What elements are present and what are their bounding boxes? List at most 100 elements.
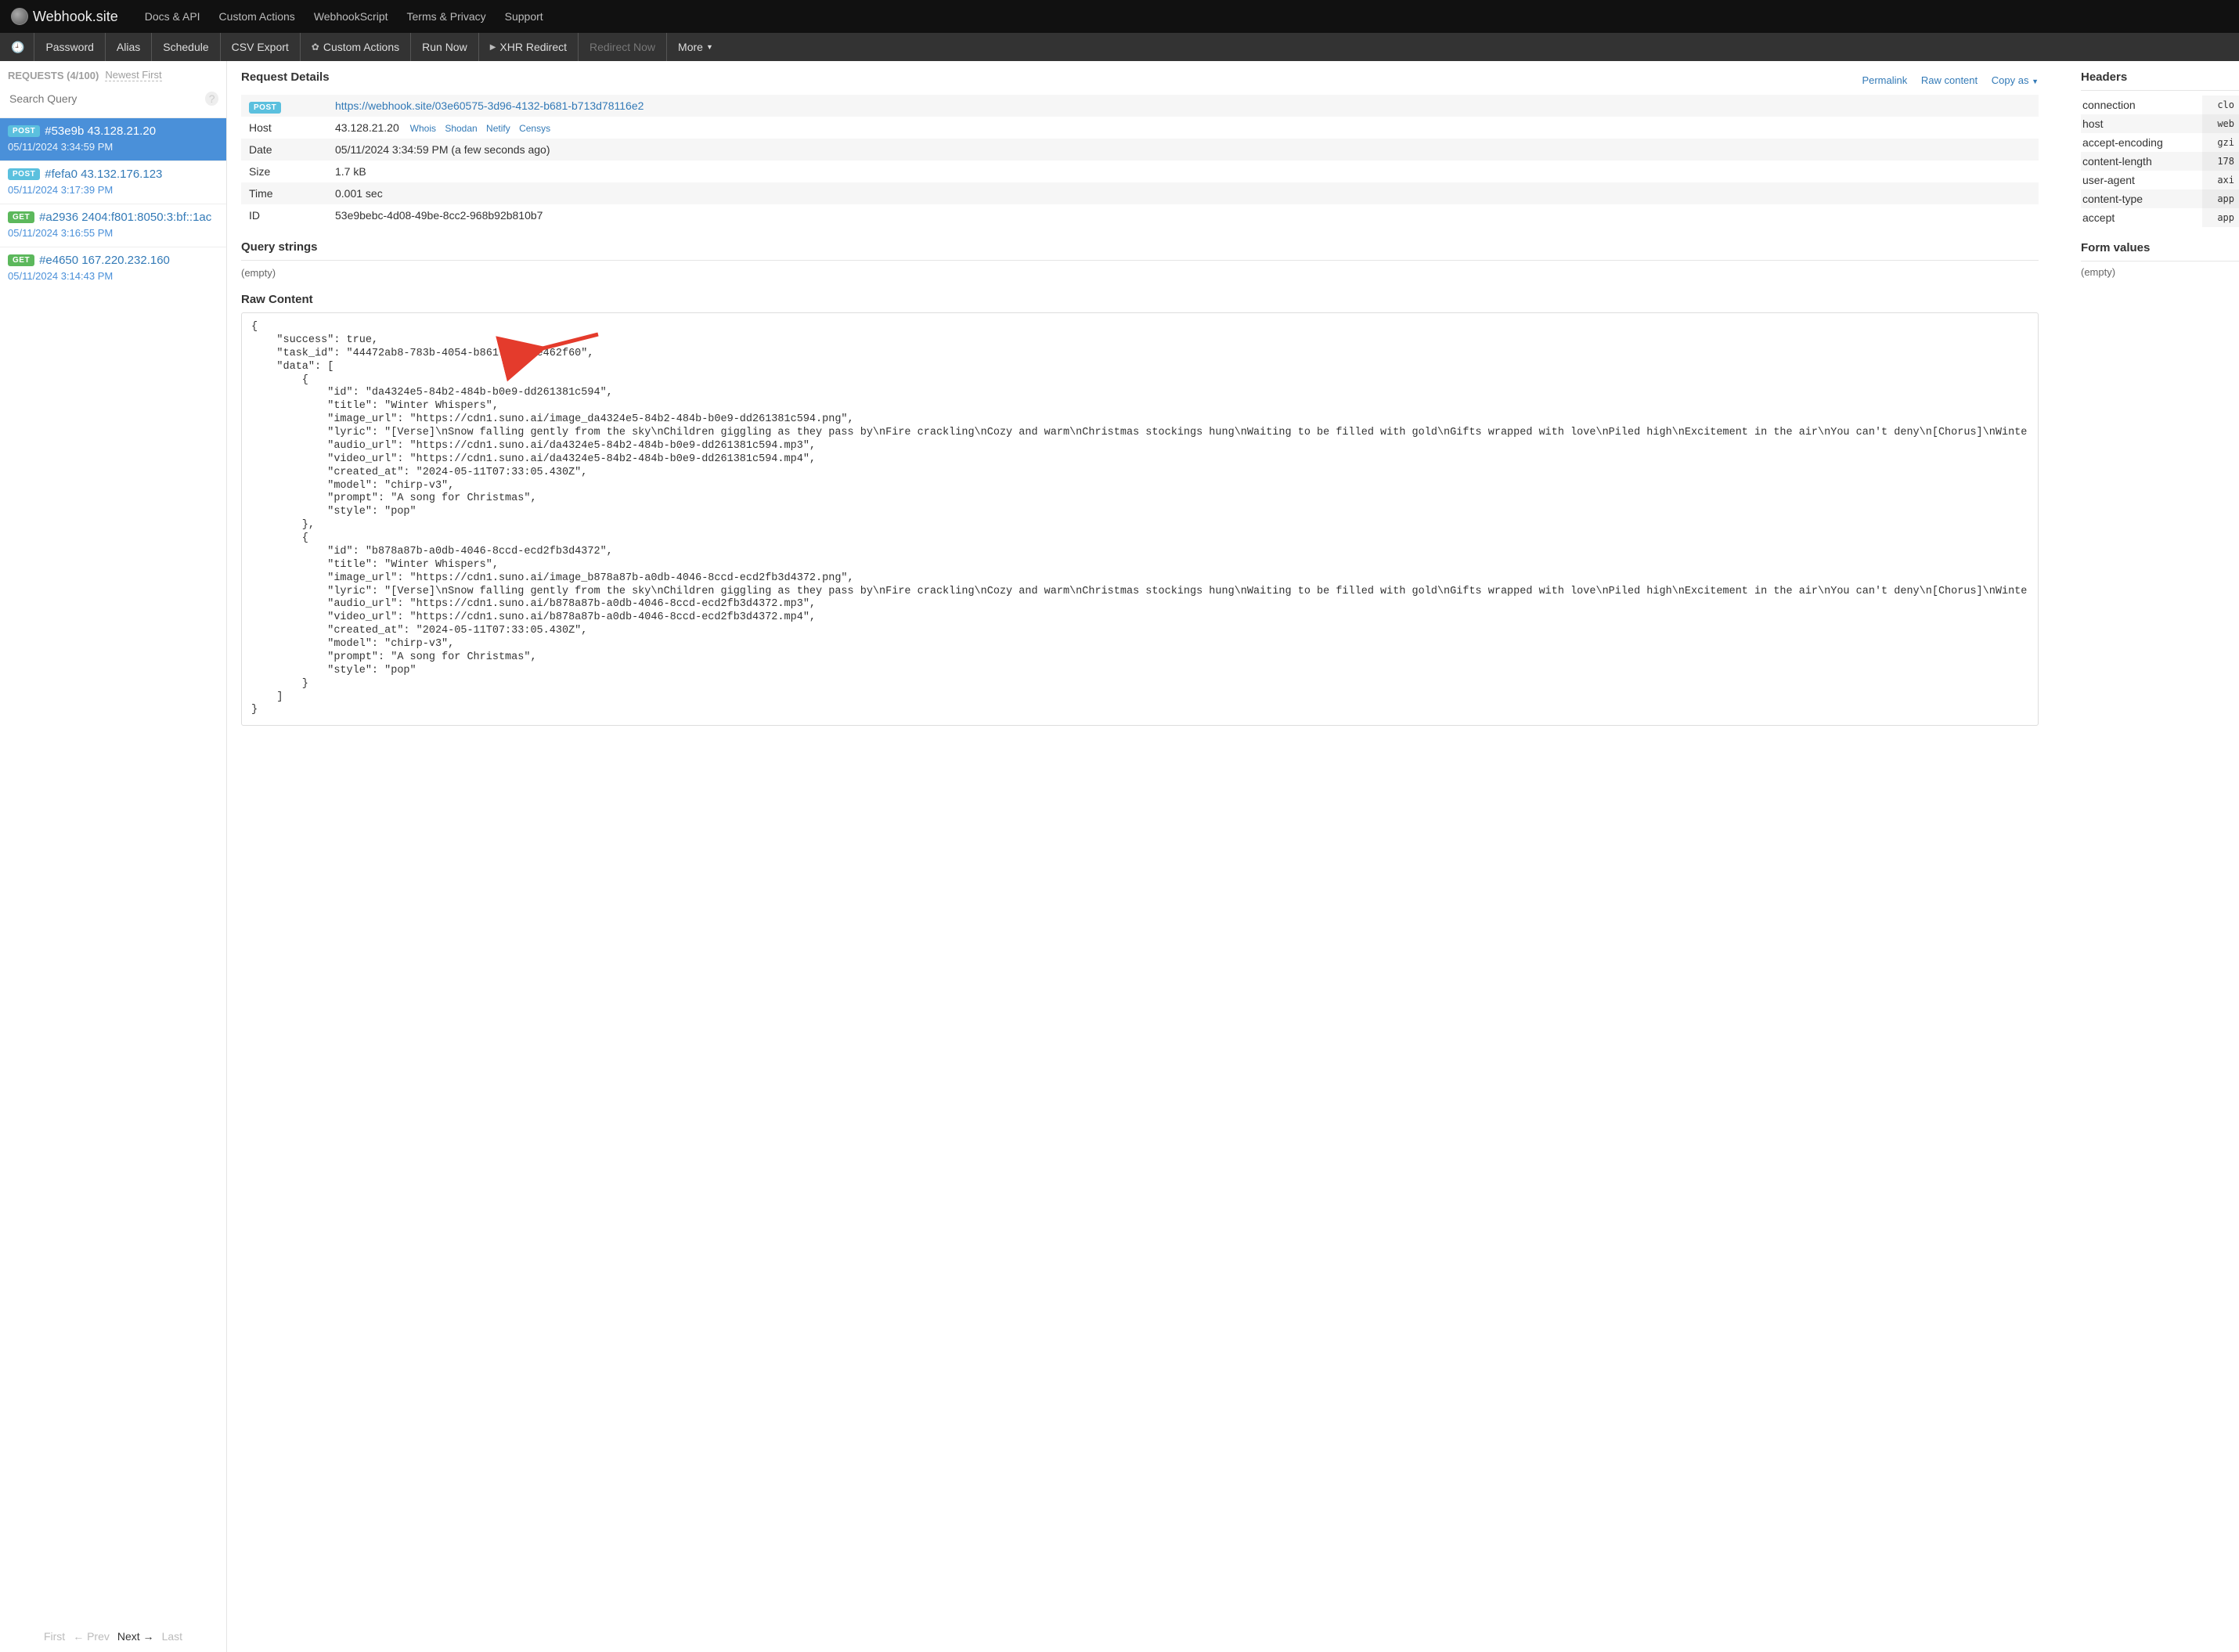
nav-docs[interactable]: Docs & API: [145, 10, 200, 23]
header-key: accept: [2081, 208, 2202, 227]
header-key: accept-encoding: [2081, 133, 2202, 152]
request-hash: #fefa0 43.132.176.123: [45, 168, 162, 181]
query-strings-title: Query strings: [241, 240, 2039, 254]
id-value: 53e9bebc-4d08-49be-8cc2-968b92b810b7: [327, 204, 2039, 226]
query-strings-empty: (empty): [241, 267, 2039, 279]
time-value: 0.001 sec: [327, 182, 2039, 204]
shodan-link[interactable]: Shodan: [445, 123, 477, 134]
action-custom-actions-label: Custom Actions: [323, 41, 399, 53]
permalink-link[interactable]: Permalink: [1862, 74, 1907, 86]
whois-link[interactable]: Whois: [410, 123, 436, 134]
copy-as-dropdown[interactable]: Copy as ▼: [1992, 74, 2039, 86]
action-run-now[interactable]: Run Now: [410, 33, 478, 61]
search-input[interactable]: [8, 88, 202, 110]
request-url[interactable]: https://webhook.site/03e60575-3d96-4132-…: [335, 99, 644, 112]
search-help-icon[interactable]: ?: [205, 92, 218, 106]
request-timestamp: 05/11/2024 3:34:59 PM: [8, 141, 218, 153]
size-label: Size: [241, 161, 327, 182]
raw-content-box: { "success": true, "task_id": "44472ab8-…: [241, 312, 2039, 726]
chevron-down-icon: ▼: [2032, 78, 2039, 85]
pager-prev[interactable]: ← Prev: [73, 1630, 110, 1643]
header-row: user-agentaxi: [2081, 171, 2239, 189]
clock-icon: 🕘: [11, 41, 24, 54]
requests-count-label: REQUESTS (4/100): [8, 70, 99, 81]
method-badge: POST: [8, 125, 40, 137]
request-timestamp: 05/11/2024 3:14:43 PM: [8, 270, 218, 282]
header-value: app: [2202, 189, 2239, 208]
method-badge: GET: [8, 211, 34, 223]
request-item[interactable]: GET #e4650 167.220.232.160 05/11/2024 3:14…: [0, 247, 226, 290]
request-item[interactable]: POST #fefa0 43.132.176.123 05/11/2024 3:17…: [0, 161, 226, 204]
request-timestamp: 05/11/2024 3:16:55 PM: [8, 227, 218, 239]
header-value: gzi: [2202, 133, 2239, 152]
action-password[interactable]: Password: [34, 33, 104, 61]
request-item[interactable]: GET #a2936 2404:f801:8050:3:bf::1ac05/11/…: [0, 204, 226, 247]
nav-custom-actions[interactable]: Custom Actions: [219, 10, 295, 23]
chevron-down-icon: ▼: [706, 43, 713, 51]
host-value: 43.128.21.20: [335, 121, 399, 134]
header-value: 178: [2202, 152, 2239, 171]
header-row: acceptapp: [2081, 208, 2239, 227]
header-row: hostweb: [2081, 114, 2239, 133]
header-value: app: [2202, 208, 2239, 227]
brand-text: Webhook.site: [33, 9, 118, 25]
header-key: content-type: [2081, 189, 2202, 208]
header-value: web: [2202, 114, 2239, 133]
method-badge: POST: [8, 168, 40, 180]
action-redirect-now[interactable]: Redirect Now: [578, 33, 666, 61]
header-row: connectionclo: [2081, 96, 2239, 114]
brand-link[interactable]: Webhook.site: [11, 8, 118, 25]
raw-content-link[interactable]: Raw content: [1921, 74, 1978, 86]
details-table: POST https://webhook.site/03e60575-3d96-…: [241, 95, 2039, 226]
header-key: host: [2081, 114, 2202, 133]
time-label: Time: [241, 182, 327, 204]
requests-sort-toggle[interactable]: Newest First: [105, 69, 161, 81]
date-value: 05/11/2024 3:34:59 PM (a few seconds ago…: [327, 139, 2039, 161]
id-label: ID: [241, 204, 327, 226]
header-key: connection: [2081, 96, 2202, 114]
request-item[interactable]: POST #53e9b 43.128.21.20 05/11/2024 3:34:5…: [0, 117, 226, 161]
netify-link[interactable]: Netify: [486, 123, 510, 134]
header-row: content-length178: [2081, 152, 2239, 171]
action-more-label: More: [678, 41, 703, 53]
method-badge: POST: [249, 102, 281, 114]
header-key: user-agent: [2081, 171, 2202, 189]
pager-next[interactable]: Next →: [117, 1630, 154, 1643]
headers-table: connectionclohostwebaccept-encodinggzico…: [2081, 96, 2239, 227]
form-values-empty: (empty): [2081, 266, 2239, 278]
action-more[interactable]: More▼: [666, 33, 724, 61]
right-panel: Headers connectionclohostwebaccept-encod…: [2067, 61, 2239, 1652]
action-csv-export[interactable]: CSV Export: [220, 33, 300, 61]
request-details-title: Request Details: [241, 70, 330, 84]
size-value: 1.7 kB: [327, 161, 2039, 182]
raw-content-pre[interactable]: { "success": true, "task_id": "44472ab8-…: [251, 321, 2028, 717]
request-timestamp: 05/11/2024 3:17:39 PM: [8, 184, 218, 196]
request-hash: #e4650 167.220.232.160: [39, 254, 170, 267]
action-xhr-redirect[interactable]: XHR Redirect: [478, 33, 578, 61]
pager-last[interactable]: Last: [162, 1630, 182, 1643]
action-bar: 🕘 Password Alias Schedule CSV Export Cus…: [0, 33, 2239, 61]
request-hash: #a2936 2404:f801:8050:3:bf::1ac: [39, 211, 211, 224]
nav-webhookscript[interactable]: WebhookScript: [314, 10, 388, 23]
nav-terms[interactable]: Terms & Privacy: [407, 10, 486, 23]
main-panel: Request Details Permalink Raw content Co…: [227, 61, 2053, 1652]
method-badge: GET: [8, 254, 34, 266]
nav-support[interactable]: Support: [505, 10, 543, 23]
date-label: Date: [241, 139, 327, 161]
host-label: Host: [241, 117, 327, 139]
request-hash: #53e9b 43.128.21.20: [45, 124, 156, 138]
action-schedule[interactable]: Schedule: [151, 33, 219, 61]
pager-first[interactable]: First: [44, 1630, 65, 1643]
censys-link[interactable]: Censys: [519, 123, 550, 134]
raw-content-title: Raw Content: [241, 293, 2039, 306]
action-custom-actions[interactable]: Custom Actions: [300, 33, 410, 61]
form-values-title: Form values: [2081, 241, 2239, 254]
header-value: clo: [2202, 96, 2239, 114]
action-alias[interactable]: Alias: [105, 33, 151, 61]
copy-as-label: Copy as: [1992, 74, 2029, 86]
headers-title: Headers: [2081, 70, 2239, 84]
action-xhr-redirect-label: XHR Redirect: [499, 41, 567, 53]
pager: First ← Prev Next → Last: [0, 1621, 226, 1652]
requests-sidebar: REQUESTS (4/100) Newest First ? POST #53e…: [0, 61, 227, 1652]
header-value: axi: [2202, 171, 2239, 189]
